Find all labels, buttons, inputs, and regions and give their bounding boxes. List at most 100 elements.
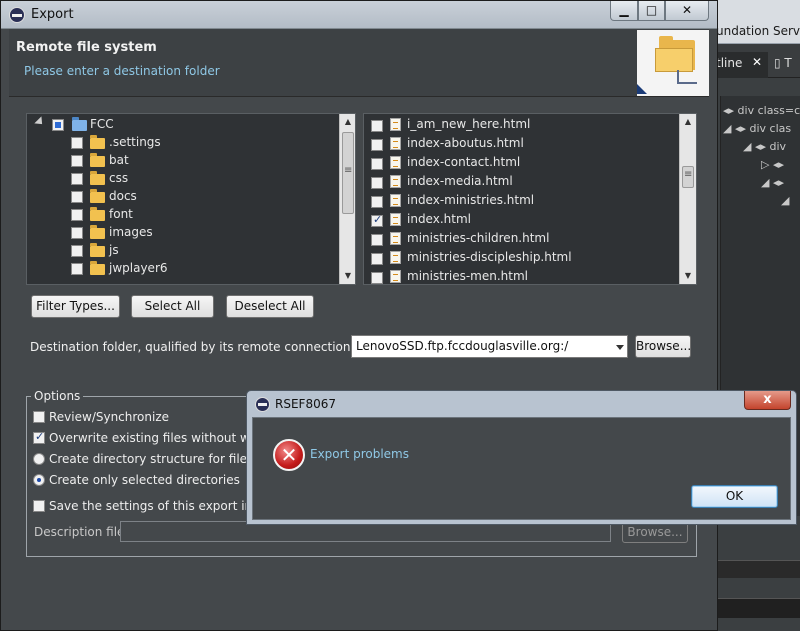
page-subtitle: Please enter a destination folder [24, 64, 220, 78]
tree-checkbox[interactable] [71, 227, 83, 239]
ide-panel-bar [712, 598, 800, 618]
tab-outline-label: tline [716, 56, 743, 70]
export-title-bar[interactable]: Export ▁ □ ✕ [1, 1, 717, 29]
wizard-header: Remote file system Please enter a destin… [9, 29, 709, 97]
minimize-button[interactable]: ▁ [610, 1, 638, 21]
close-button[interactable]: ✕ [665, 1, 709, 21]
tree-checkbox[interactable] [71, 155, 83, 167]
file-name: i_am_new_here.html [407, 117, 531, 131]
outline-tree-item[interactable]: ◢ ◂▸ [761, 176, 784, 189]
file-name: index-media.html [407, 174, 513, 188]
html-file-icon [390, 232, 401, 245]
html-file-icon [390, 156, 401, 169]
save-settings-label: Save the settings of this export in the [49, 499, 276, 513]
close-button[interactable]: x [744, 391, 791, 410]
chevron-down-icon[interactable] [616, 345, 624, 350]
tree-checkbox[interactable] [52, 119, 64, 131]
file-checkbox[interactable] [371, 253, 383, 265]
deselect-all-button[interactable]: Deselect All [226, 295, 314, 318]
scroll-down-icon[interactable]: ▼ [340, 268, 355, 284]
create-selected-dirs-radio[interactable] [33, 474, 45, 486]
tree-checkbox[interactable] [71, 263, 83, 275]
error-message: Export problems [310, 447, 409, 461]
destination-label: Destination folder, qualified by its rem… [30, 340, 393, 354]
export-title: Export [31, 7, 74, 22]
file-name: index-contact.html [407, 155, 521, 169]
tree-node-label: js [109, 243, 119, 257]
maximize-button[interactable]: □ [638, 1, 665, 21]
overwrite-checkbox[interactable] [33, 430, 45, 444]
outline-tree-item[interactable]: ◢ ◂▸ div [743, 140, 786, 153]
options-legend: Options [31, 389, 84, 403]
file-checkbox[interactable] [371, 234, 383, 246]
outline-tree-item[interactable]: ◂▸ div class=c [723, 104, 800, 117]
tab-outline[interactable]: tline ✕ [712, 52, 768, 78]
close-icon[interactable]: ✕ [752, 55, 762, 69]
file-checkbox[interactable] [371, 196, 383, 208]
file-checkbox[interactable] [371, 213, 383, 227]
tree-node-label: images [109, 225, 153, 239]
html-file-icon [390, 118, 401, 131]
create-selected-dirs-label: Create only selected directories [49, 473, 240, 487]
outline-tree-item[interactable]: ◢ [781, 194, 789, 207]
outline-tree-item[interactable]: ▷ ◂▸ [761, 158, 784, 171]
destination-combo[interactable]: LenovoSSD.ftp.fccdouglasville.org:/ [351, 335, 628, 358]
tree-checkbox[interactable] [71, 173, 83, 185]
file-list[interactable]: i_am_new_here.html index-aboutus.html in… [363, 113, 697, 285]
review-sync-checkbox[interactable] [33, 411, 45, 423]
file-checkbox[interactable] [371, 120, 383, 132]
select-all-button[interactable]: Select All [131, 295, 214, 318]
file-name: index.html [407, 212, 471, 226]
export-folder-icon [637, 30, 709, 96]
save-settings-checkbox[interactable] [33, 500, 45, 512]
file-checkbox[interactable] [371, 158, 383, 170]
file-name: index-ministries.html [407, 193, 535, 207]
tree-node-label: css [109, 171, 129, 185]
background-ide-window: undation Server tline ✕ ▯ T ◂▸ div class… [712, 0, 800, 631]
file-checkbox[interactable] [371, 177, 383, 189]
folder-icon [90, 189, 105, 203]
folder-icon [90, 207, 105, 221]
file-name: ministries-discipleship.html [407, 250, 572, 264]
tab-other-label: T [784, 56, 792, 70]
filter-types-button[interactable]: Filter Types... [31, 295, 120, 318]
ide-panel-bar [712, 560, 800, 578]
file-checkbox[interactable] [371, 272, 383, 284]
file-name: ministries-men.html [407, 269, 528, 283]
file-name: ministries-children.html [407, 231, 550, 245]
tree-checkbox[interactable] [71, 245, 83, 257]
file-checkbox[interactable] [371, 139, 383, 151]
create-dir-structure-radio[interactable] [33, 453, 45, 465]
folder-icon [90, 153, 105, 167]
error-body: ✕ Export problems OK [252, 417, 791, 520]
review-sync-label: Review/Synchronize [49, 410, 170, 424]
ok-button[interactable]: OK [691, 485, 778, 508]
error-title-bar[interactable]: RSEF8067 x [247, 391, 796, 417]
tree-checkbox[interactable] [71, 209, 83, 221]
expand-icon[interactable] [34, 116, 46, 128]
tree-checkbox[interactable] [71, 137, 83, 149]
scroll-up-icon[interactable]: ▲ [340, 114, 355, 130]
create-dir-structure-label: Create directory structure for files [49, 452, 254, 466]
scroll-up-icon[interactable]: ▲ [680, 114, 696, 130]
tree-node-label: bat [109, 153, 129, 167]
scroll-down-icon[interactable]: ▼ [680, 268, 696, 284]
folder-tree[interactable]: FCC .settings bat css docs font images j… [26, 113, 356, 285]
tree-scrollbar[interactable]: ▲ ▼ [339, 114, 355, 284]
file-list-scrollbar[interactable]: ▲ ▼ [679, 114, 696, 284]
file-name: index-aboutus.html [407, 136, 524, 150]
tree-checkbox[interactable] [71, 191, 83, 203]
tree-node-label: jwplayer6 [109, 261, 168, 275]
tree-node-root[interactable]: FCC [27, 116, 339, 134]
tab-other[interactable]: ▯ T [774, 56, 792, 70]
browse-button[interactable]: Browse... [635, 335, 691, 358]
html-file-icon [390, 137, 401, 150]
outline-tree-item[interactable]: ◢ ◂▸ div clas [723, 122, 791, 135]
export-dialog: Export ▁ □ ✕ Remote file system Please e… [0, 0, 718, 631]
tree-node-label: docs [109, 189, 137, 203]
description-file-label: Description file: [34, 525, 129, 539]
tree-node-label: font [109, 207, 133, 221]
html-file-icon [390, 251, 401, 264]
scroll-thumb[interactable] [342, 132, 354, 214]
scroll-thumb[interactable] [682, 166, 694, 188]
